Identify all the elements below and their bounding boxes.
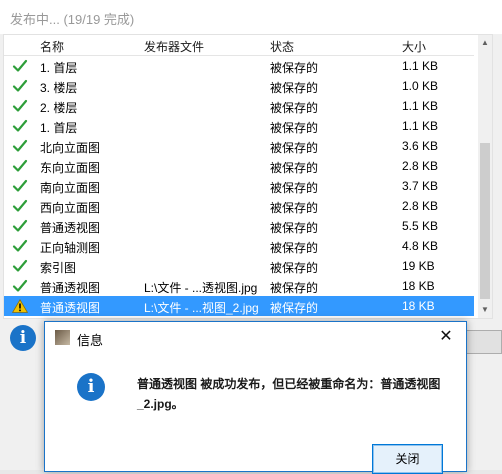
table-row[interactable]: 东向立面图 被保存的 2.8 KB <box>4 156 474 176</box>
table-row[interactable]: 正向轴测图 被保存的 4.8 KB <box>4 236 474 256</box>
cell-file: L:\文件 - ...视图_2.jpg <box>144 301 259 315</box>
cell-size: 18 KB <box>402 299 435 313</box>
table-row[interactable]: 3. 楼层 被保存的 1.0 KB <box>4 76 474 96</box>
check-icon <box>12 199 28 213</box>
vertical-scrollbar[interactable]: ▲ ▼ <box>478 35 492 318</box>
column-header-file[interactable]: 发布器文件 <box>144 38 204 55</box>
cell-size: 1.1 KB <box>402 99 439 113</box>
cell-status: 被保存的 <box>270 201 319 215</box>
cell-status: 被保存的 <box>270 141 319 155</box>
cell-status: 被保存的 <box>270 121 319 135</box>
dialog-info-icon: i <box>77 373 105 401</box>
cell-size: 5.5 KB <box>402 219 439 233</box>
cell-status: 被保存的 <box>270 281 319 295</box>
dialog-title: 信息 <box>77 333 104 348</box>
dialog-title-bar: 信息 ✕ <box>45 322 466 352</box>
check-icon <box>12 179 28 193</box>
cell-name: 索引图 <box>40 261 77 275</box>
cell-status: 被保存的 <box>270 101 319 115</box>
cell-file: L:\文件 - ...透视图.jpg <box>144 281 258 295</box>
table-row[interactable]: 西向立面图 被保存的 2.8 KB <box>4 196 474 216</box>
check-icon <box>12 259 28 273</box>
dialog-close-icon[interactable]: ✕ <box>435 327 457 347</box>
cell-size: 18 KB <box>402 279 435 293</box>
title-bar: 发布中... (19/19 完成) <box>0 0 502 34</box>
cell-name: 3. 楼层 <box>40 81 78 95</box>
check-icon <box>12 219 28 233</box>
cell-size: 3.6 KB <box>402 139 439 153</box>
check-icon <box>12 79 28 93</box>
dialog-body: i 普通透视图 被成功发布，但已经被重命名为：普通透视图_2.jpg。 关闭 <box>45 352 466 474</box>
cell-name: 2. 楼层 <box>40 101 78 115</box>
cell-name: 普通透视图 <box>40 221 101 235</box>
scroll-up-icon[interactable]: ▲ <box>478 35 492 51</box>
check-icon <box>12 159 28 173</box>
cell-status: 被保存的 <box>270 241 319 255</box>
check-icon <box>12 139 28 153</box>
cell-size: 19 KB <box>402 259 435 273</box>
cell-name: 1. 首层 <box>40 61 78 75</box>
column-header-status[interactable]: 状态 <box>270 38 294 55</box>
check-icon <box>12 279 28 293</box>
cell-status: 被保存的 <box>270 221 319 235</box>
info-icon: i <box>10 325 36 351</box>
warning-icon <box>11 299 29 313</box>
table-row[interactable]: 普通透视图 被保存的 5.5 KB <box>4 216 474 236</box>
scroll-thumb[interactable] <box>480 143 490 299</box>
scroll-down-icon[interactable]: ▼ <box>478 302 492 318</box>
info-dialog: 信息 ✕ i 普通透视图 被成功发布，但已经被重命名为：普通透视图_2.jpg。… <box>44 321 467 474</box>
cell-status: 被保存的 <box>270 181 319 195</box>
table-row[interactable]: 普通透视图 L:\文件 - ...透视图.jpg 被保存的 18 KB <box>4 276 474 296</box>
window-title: 发布中... (19/19 完成) <box>10 12 135 27</box>
cell-size: 1.0 KB <box>402 79 439 93</box>
dialog-message: 普通透视图 被成功发布，但已经被重命名为：普通透视图_2.jpg。 <box>137 377 441 411</box>
cell-size: 2.8 KB <box>402 159 439 173</box>
table-row[interactable]: 北向立面图 被保存的 3.6 KB <box>4 136 474 156</box>
cell-size: 2.8 KB <box>402 199 439 213</box>
cell-name: 1. 首层 <box>40 121 78 135</box>
cell-name: 北向立面图 <box>40 141 101 155</box>
table-row[interactable]: 1. 首层 被保存的 1.1 KB <box>4 116 474 136</box>
app-logo-icon <box>55 330 70 345</box>
check-icon <box>12 59 28 73</box>
cell-name: 东向立面图 <box>40 161 101 175</box>
publish-list[interactable]: 名称 发布器文件 状态 大小 1. 首层 被保存的 1.1 KB 3. 楼层 被保存的 1… <box>3 34 493 319</box>
cell-status: 被保存的 <box>270 301 319 315</box>
cell-status: 被保存的 <box>270 81 319 95</box>
footer-button[interactable] <box>466 330 502 354</box>
cell-name: 南向立面图 <box>40 181 101 195</box>
table-row[interactable]: 1. 首层 被保存的 1.1 KB <box>4 56 474 76</box>
list-header: 名称 发布器文件 状态 大小 <box>4 35 474 56</box>
table-row[interactable]: 2. 楼层 被保存的 1.1 KB <box>4 96 474 116</box>
cell-size: 1.1 KB <box>402 119 439 133</box>
cell-status: 被保存的 <box>270 261 319 275</box>
cell-name: 普通透视图 <box>40 281 101 295</box>
cell-name: 正向轴测图 <box>40 241 101 255</box>
cell-name: 普通透视图 <box>40 301 101 315</box>
table-row[interactable]: 索引图 被保存的 19 KB <box>4 256 474 276</box>
table-row[interactable]: 普通透视图 L:\文件 - ...视图_2.jpg 被保存的 18 KB <box>4 296 474 316</box>
check-icon <box>12 119 28 133</box>
column-header-size[interactable]: 大小 <box>402 38 426 55</box>
check-icon <box>12 99 28 113</box>
cell-size: 3.7 KB <box>402 179 439 193</box>
table-row[interactable]: 南向立面图 被保存的 3.7 KB <box>4 176 474 196</box>
cell-status: 被保存的 <box>270 61 319 75</box>
cell-size: 1.1 KB <box>402 59 439 73</box>
cell-name: 西向立面图 <box>40 201 101 215</box>
cell-size: 4.8 KB <box>402 239 439 253</box>
cell-status: 被保存的 <box>270 161 319 175</box>
check-icon <box>12 239 28 253</box>
column-header-name[interactable]: 名称 <box>40 38 64 55</box>
